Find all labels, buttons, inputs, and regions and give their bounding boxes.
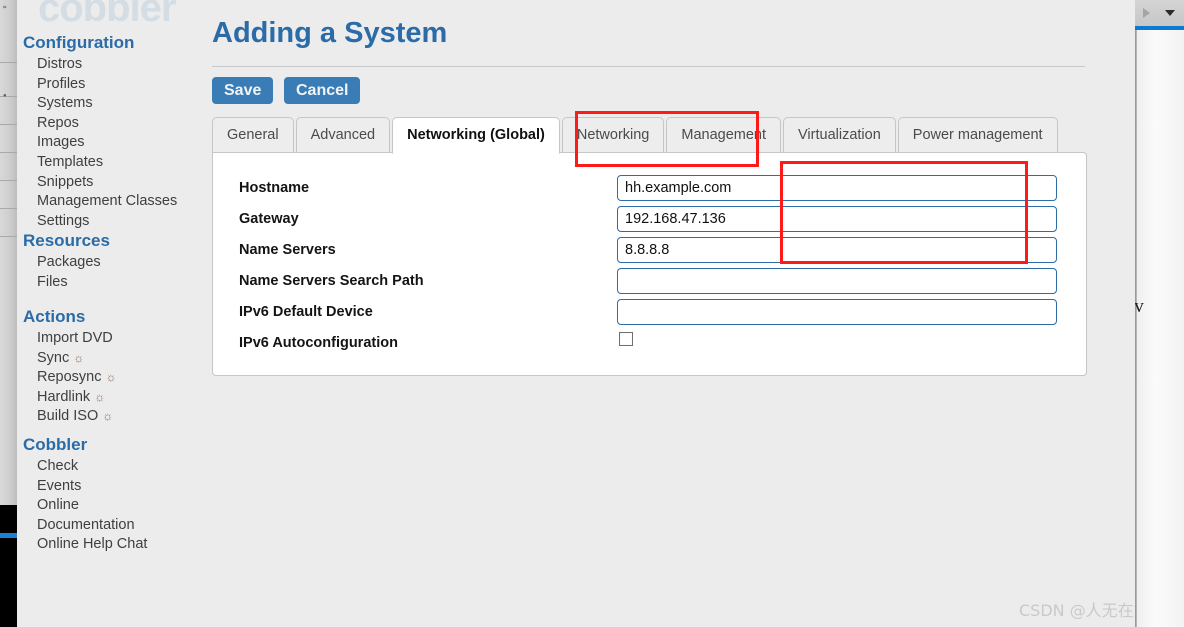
name-servers-input[interactable]	[617, 237, 1057, 263]
sidebar-item-label: Hardlink	[37, 388, 91, 405]
hostname-input[interactable]	[617, 175, 1057, 201]
sidebar-item-distros[interactable]: Distros	[37, 55, 197, 75]
sidebar-item-label: Import DVD	[37, 330, 113, 346]
sidebar-item-documentation[interactable]: Documentation	[37, 516, 197, 536]
ipv6-autoconfiguration-checkbox[interactable]	[619, 332, 633, 346]
sun-icon: ☼	[94, 389, 106, 404]
chrome-corner-glyph: ⌗	[3, 5, 7, 11]
hostname-label: Hostname	[239, 180, 310, 196]
sidebar-item-label: Online	[37, 497, 79, 514]
sidebar-item-label: Management Classes	[37, 193, 178, 210]
sidebar-item-label: Snippets	[37, 173, 94, 190]
sidebar-item-images[interactable]: Images	[37, 133, 197, 153]
tab-networking[interactable]: Networking	[561, 117, 665, 154]
sidebar-item-settings[interactable]: Settings	[37, 212, 197, 232]
page-title: Adding a System	[212, 17, 448, 49]
sidebar-item-build-iso[interactable]: Build ISO ☼	[37, 407, 197, 427]
form-row: Gateway	[213, 204, 1086, 235]
chevron-down-icon[interactable]	[1165, 10, 1175, 16]
sidebar-item-label: Settings	[37, 212, 90, 229]
form-row: Name Servers	[213, 235, 1086, 266]
sidebar-heading-resources: Resources	[23, 231, 110, 250]
sidebar-item-reposync[interactable]: Reposync ☼	[37, 368, 197, 388]
sidebar-item-label: Templates	[37, 153, 104, 170]
sun-icon: ☼	[73, 350, 85, 365]
sidebar-item-label: Events	[37, 477, 82, 494]
browser-accent-line	[1135, 26, 1184, 30]
scrollbar-seam[interactable]	[1136, 30, 1137, 627]
sidebar-item-systems[interactable]: Systems	[37, 94, 197, 114]
sidebar-item-check[interactable]: Check	[37, 457, 197, 477]
sidebar-item-label: Online Help Chat	[37, 536, 148, 553]
cancel-button[interactable]: Cancel	[284, 77, 361, 104]
sidebar-item-online[interactable]: Online	[37, 496, 197, 516]
sidebar-item-snippets[interactable]: Snippets	[37, 173, 197, 193]
name-servers-label: Name Servers	[239, 242, 336, 258]
sidebar-item-label: Sync	[37, 349, 70, 366]
networking-global-form-panel: Hostname Gateway Name Servers Name Serve…	[212, 152, 1087, 376]
sidebar-group-resources: Resources Packages Files	[17, 231, 197, 292]
sidebar-group-cobbler: Cobbler Check Events Online Documentatio…	[17, 435, 197, 555]
sidebar-item-templates[interactable]: Templates	[37, 153, 197, 173]
tab-power-management[interactable]: Power management	[897, 117, 1058, 154]
form-row: Hostname	[213, 173, 1086, 204]
sidebar-item-management-classes[interactable]: Management Classes	[37, 192, 197, 212]
taskbar-black-region	[0, 505, 17, 627]
sidebar-item-profiles[interactable]: Profiles	[37, 75, 197, 95]
name-servers-search-path-label: Name Servers Search Path	[239, 273, 424, 289]
sidebar-item-packages[interactable]: Packages	[37, 253, 197, 273]
main-content: Adding a System Save Cancel General Adva…	[197, 0, 1135, 627]
tab-general[interactable]: General	[212, 117, 294, 154]
ipv6-default-device-input[interactable]	[617, 299, 1057, 325]
tab-networking-global[interactable]: Networking (Global)	[392, 117, 560, 154]
sidebar-heading-actions: Actions	[23, 307, 86, 326]
sidebar-item-online-help-chat[interactable]: Online Help Chat	[37, 535, 197, 555]
form-row: IPv6 Autoconfiguration	[213, 328, 1086, 359]
watermark: CSDN @人无在始终	[1019, 601, 1135, 620]
play-triangle-icon[interactable]	[1143, 8, 1150, 18]
sidebar-item-files[interactable]: Files	[37, 273, 197, 293]
ipv6-autoconfiguration-label: IPv6 Autoconfiguration	[239, 335, 398, 351]
sidebar-item-label: Documentation	[37, 516, 135, 533]
tab-advanced[interactable]: Advanced	[295, 117, 391, 154]
sidebar-item-sync[interactable]: Sync ☼	[37, 349, 197, 369]
sidebar-item-label: Systems	[37, 95, 93, 112]
taskbar-active-indicator	[0, 533, 17, 538]
tab-bar: General Advanced Networking (Global) Net…	[212, 117, 1060, 154]
form-row: IPv6 Default Device	[213, 297, 1086, 328]
tab-management[interactable]: Management	[666, 117, 782, 154]
sidebar-item-events[interactable]: Events	[37, 477, 197, 497]
sidebar-item-label: Reposync	[37, 369, 102, 386]
sidebar-heading-configuration: Configuration	[23, 33, 135, 52]
sidebar-item-label: Images	[37, 134, 85, 151]
sidebar-item-label: Check	[37, 458, 79, 474]
sidebar-item-repos[interactable]: Repos	[37, 114, 197, 134]
sidebar-item-hardlink[interactable]: Hardlink ☼	[37, 388, 197, 408]
sidebar-item-label: Distros	[37, 56, 83, 72]
web-page-viewport: cobbler Configuration Distros Profiles S…	[17, 0, 1135, 627]
name-servers-search-path-input[interactable]	[617, 268, 1057, 294]
sidebar-group-actions: Actions Import DVD Sync ☼ Reposync ☼ Har…	[17, 307, 197, 427]
form-row: Name Servers Search Path	[213, 266, 1086, 297]
sun-icon: ☼	[102, 409, 114, 424]
save-button[interactable]: Save	[212, 77, 274, 104]
sidebar-item-label: Repos	[37, 114, 79, 131]
sidebar-item-label: Files	[37, 273, 68, 290]
gateway-label: Gateway	[239, 211, 299, 227]
sun-icon: ☼	[105, 370, 117, 385]
url-fragment-text: v	[1134, 296, 1145, 317]
sidebar-item-label: Packages	[37, 254, 101, 270]
sidebar-item-label: Build ISO	[37, 408, 99, 425]
sidebar-item-import-dvd[interactable]: Import DVD	[37, 329, 197, 349]
sidebar: Configuration Distros Profiles Systems R…	[17, 0, 197, 627]
chrome-bullet-glyph: ●	[3, 93, 7, 99]
sidebar-heading-cobbler: Cobbler	[23, 435, 88, 454]
sidebar-group-configuration: Configuration Distros Profiles Systems R…	[17, 33, 197, 231]
ipv6-default-device-label: IPv6 Default Device	[239, 304, 373, 320]
gateway-input[interactable]	[617, 206, 1057, 232]
tab-virtualization[interactable]: Virtualization	[783, 117, 896, 154]
title-divider	[212, 66, 1085, 67]
sidebar-item-label: Profiles	[37, 75, 86, 92]
